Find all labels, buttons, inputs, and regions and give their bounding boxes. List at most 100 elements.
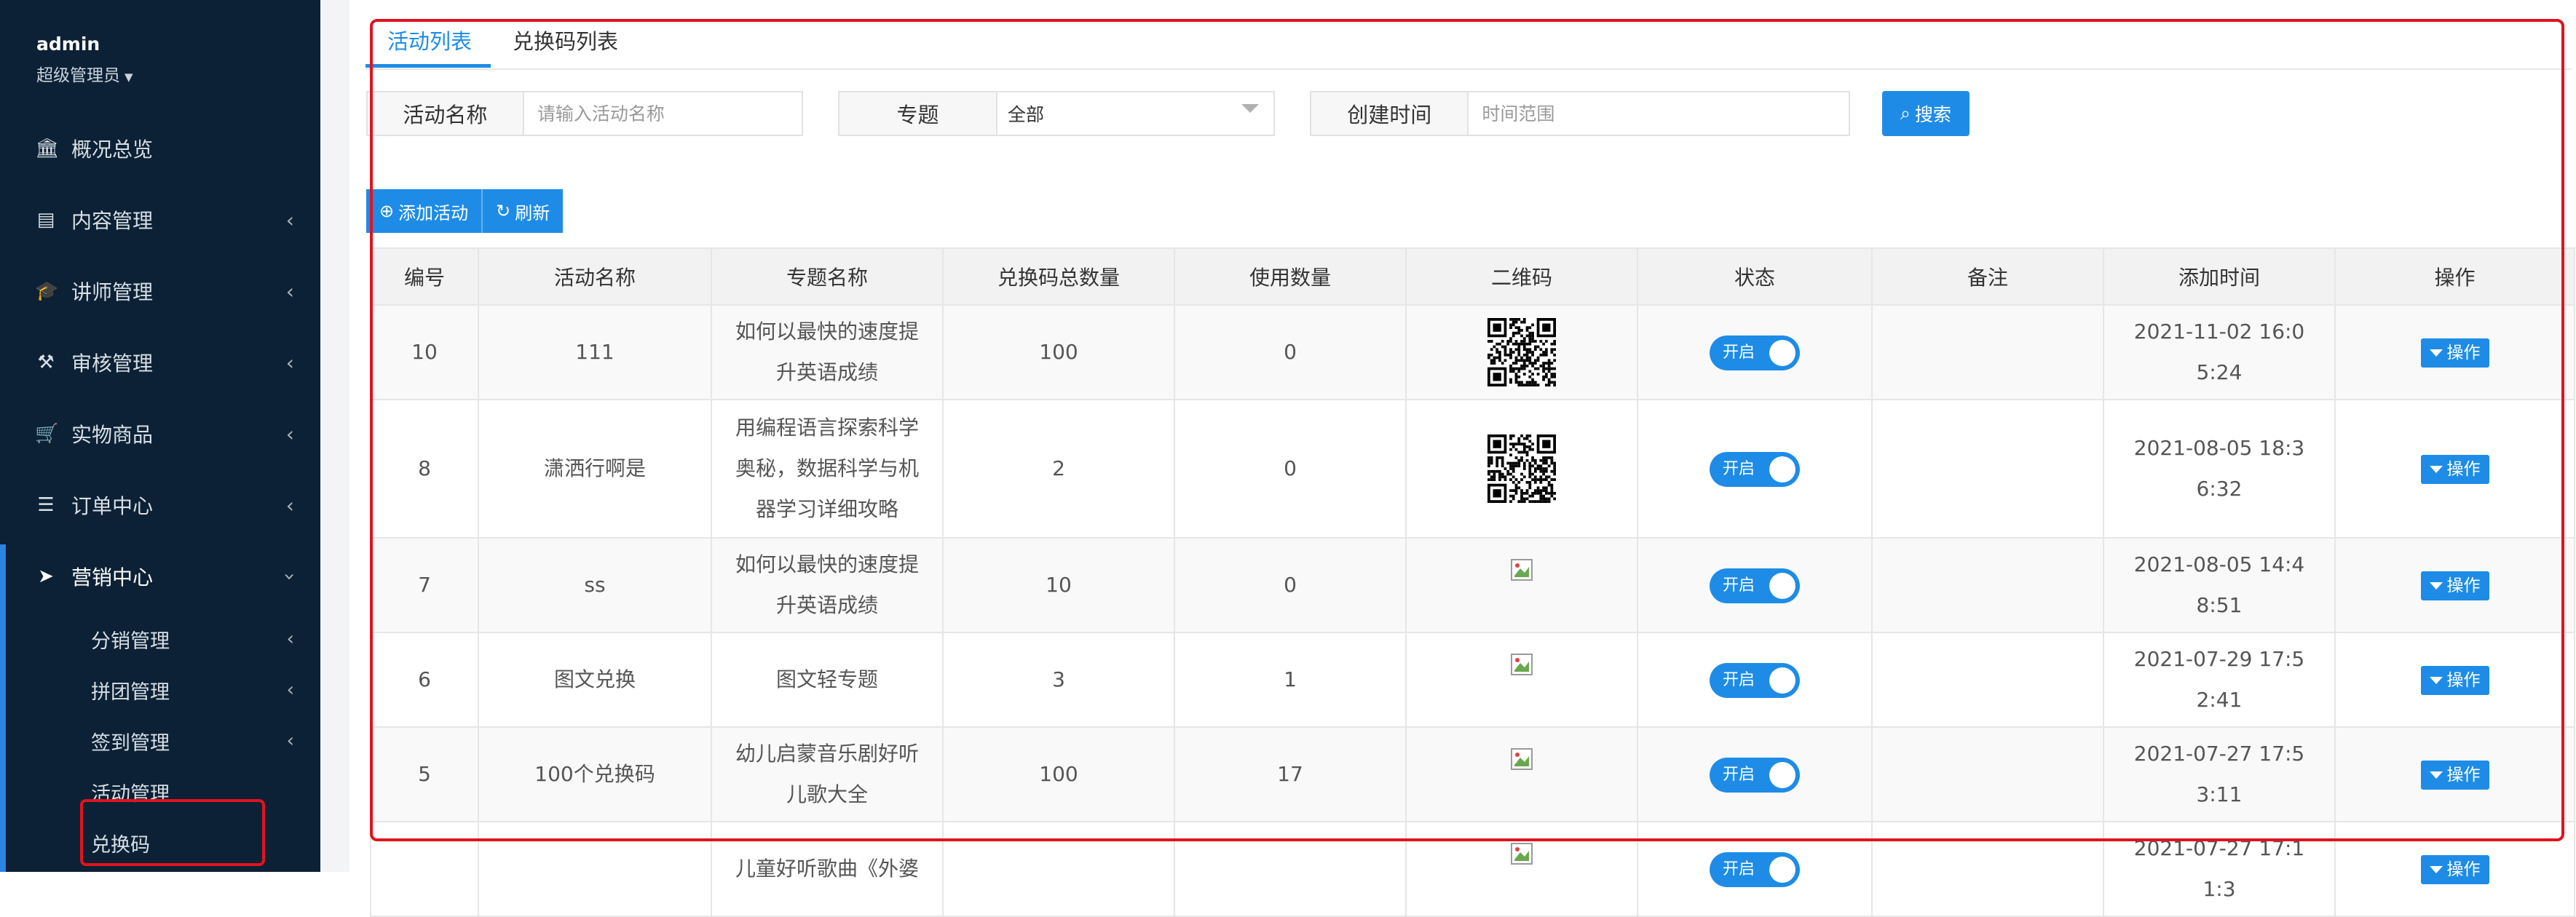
cell-id: 10: [370, 304, 479, 400]
chevron-left-icon: ‹: [285, 207, 294, 232]
action-dropdown-button[interactable]: 操作: [2420, 855, 2489, 884]
cell-action: 操作: [2334, 821, 2575, 917]
sidebar-item-lecturer[interactable]: 🎓 讲师管理 ‹: [0, 262, 320, 320]
col-header-remark: 备注: [1871, 247, 2104, 306]
toggle-knob: [1769, 340, 1795, 366]
status-toggle[interactable]: 开启: [1710, 758, 1800, 793]
chevron-left-icon: ‹: [285, 493, 294, 517]
status-toggle[interactable]: 开启: [1710, 452, 1800, 487]
col-header-id: 编号: [370, 247, 479, 306]
sidebar-item-marketing[interactable]: ➤ 营销中心 ›: [0, 547, 320, 606]
action-label: 操作: [2446, 766, 2481, 785]
activity-name-input[interactable]: [524, 92, 802, 135]
refresh-button[interactable]: ↻ 刷新: [481, 189, 564, 233]
filter-label: 创建时间: [1311, 92, 1469, 135]
status-toggle[interactable]: 开启: [1710, 852, 1800, 887]
col-header-time: 添加时间: [2103, 247, 2336, 306]
topic-select[interactable]: 全部: [997, 92, 1273, 135]
cell-total: [942, 821, 1175, 917]
broken-image-icon: [1511, 559, 1533, 581]
action-dropdown-button[interactable]: 操作: [2420, 666, 2489, 695]
cell-status: 开启: [1637, 632, 1873, 728]
col-header-status: 状态: [1637, 247, 1873, 306]
cell-time: 2021-08-05 18:36:32: [2103, 399, 2336, 539]
sidebar-subitem-distribution[interactable]: 分销管理 ‹: [0, 617, 320, 661]
sidebar-item-orders[interactable]: ☰ 订单中心 ‹: [0, 476, 320, 534]
cell-name: 100个兑换码: [478, 726, 712, 822]
topic-filter: 专题 全部: [838, 91, 1275, 136]
activity-table: 编号 活动名称 专题名称 兑换码总数量 使用数量 二维码 状态 备注 添加时间 …: [370, 247, 2575, 917]
sidebar-item-goods[interactable]: 🛒 实物商品 ‹: [0, 405, 320, 463]
search-button-label: 搜索: [1915, 104, 1952, 125]
sidebar-subitem-groupbuy[interactable]: 拼团管理 ‹: [0, 668, 320, 712]
sidebar-item-content[interactable]: ▤ 内容管理 ‹: [0, 191, 320, 249]
tab-code-list[interactable]: 兑换码列表: [513, 25, 618, 55]
cell-remark: [1871, 399, 2104, 539]
chevron-down-icon: ›: [277, 572, 302, 581]
cell-action: 操作: [2334, 632, 2575, 728]
cell-time: 2021-11-02 16:05:24: [2103, 304, 2336, 400]
status-toggle[interactable]: 开启: [1710, 568, 1800, 603]
cell-used: 17: [1174, 726, 1407, 822]
cell-name: [478, 821, 712, 917]
time-range-input[interactable]: [1469, 92, 1849, 135]
cell-topic: 儿童好听歌曲《外婆: [711, 821, 944, 917]
status-toggle-label: 开启: [1723, 766, 1755, 784]
table-row: 5 100个兑换码 幼儿启蒙音乐剧好听儿歌大全 100 17 开启 2021-07-27 1…: [370, 726, 2575, 822]
table-row: 儿童好听歌曲《外婆 开启 2021-07-27 17:11:3 操作: [370, 821, 2575, 917]
cell-total: 2: [942, 399, 1175, 539]
action-dropdown-button[interactable]: 操作: [2420, 761, 2489, 790]
dropdown-arrow-icon: [1241, 104, 1259, 113]
action-dropdown-button[interactable]: 操作: [2420, 338, 2489, 368]
cell-topic: 如何以最快的速度提升英语成绩: [711, 537, 944, 633]
search-button[interactable]: ⌕ 搜索: [1882, 91, 1969, 136]
status-toggle[interactable]: 开启: [1710, 336, 1800, 370]
sidebar-item-label: 订单中心: [71, 494, 154, 518]
action-dropdown-button[interactable]: 操作: [2420, 571, 2489, 600]
cell-name: 图文兑换: [478, 632, 712, 728]
status-toggle-label: 开启: [1723, 344, 1755, 362]
sidebar-item-review[interactable]: ⚒ 审核管理 ‹: [0, 333, 320, 392]
status-toggle[interactable]: 开启: [1710, 663, 1800, 698]
chevron-left-icon: ‹: [285, 279, 294, 303]
user-role-dropdown[interactable]: 超级管理员 ▼: [36, 61, 133, 86]
cell-status: 开启: [1637, 399, 1873, 539]
sidebar-item-overview[interactable]: 🏛 概况总览: [0, 119, 320, 178]
chevron-left-icon: ‹: [285, 421, 294, 446]
cell-name: 111: [478, 304, 712, 400]
graduation-cap-icon: 🎓: [35, 280, 59, 302]
toggle-knob: [1769, 456, 1795, 483]
col-header-total: 兑换码总数量: [942, 247, 1175, 306]
cell-time: 2021-07-27 17:53:11: [2103, 726, 2336, 822]
cell-total: 100: [942, 304, 1175, 400]
gavel-icon: ⚒: [37, 352, 55, 373]
search-icon: ⌕: [1900, 103, 1911, 124]
cell-qr: [1405, 632, 1638, 728]
sidebar-subitem-checkin[interactable]: 签到管理 ‹: [0, 719, 320, 763]
cell-used: 0: [1174, 304, 1407, 400]
cell-remark: [1871, 304, 2104, 400]
tab-activity-list[interactable]: 活动列表: [387, 25, 472, 55]
add-activity-label: 添加活动: [398, 202, 469, 223]
cell-qr: [1405, 537, 1638, 633]
cell-qr: [1405, 304, 1638, 400]
cell-status: 开启: [1637, 726, 1873, 822]
sidebar-item-label: 实物商品: [71, 423, 154, 447]
sidebar-item-label: 内容管理: [71, 209, 154, 233]
active-tab-underline: [366, 64, 491, 68]
topic-select-value: 全部: [1008, 104, 1045, 125]
cell-used: 0: [1174, 537, 1407, 633]
tab-bar: 活动列表 兑换码列表: [366, 20, 2572, 70]
cell-total: 100: [942, 726, 1175, 822]
table-header-row: 编号 活动名称 专题名称 兑换码总数量 使用数量 二维码 状态 备注 添加时间 …: [370, 247, 2575, 306]
cell-id: 8: [370, 399, 479, 539]
action-dropdown-button[interactable]: 操作: [2420, 455, 2489, 484]
col-header-action: 操作: [2334, 247, 2575, 306]
chevron-left-icon: ‹: [286, 628, 294, 650]
caret-down-icon: [2429, 582, 2443, 590]
add-activity-button[interactable]: ⊕ 添加活动: [366, 189, 482, 233]
caret-down-icon: [2429, 771, 2443, 779]
cell-remark: [1871, 821, 2104, 917]
broken-image-icon: [1511, 748, 1533, 770]
cell-id: 7: [370, 537, 479, 633]
